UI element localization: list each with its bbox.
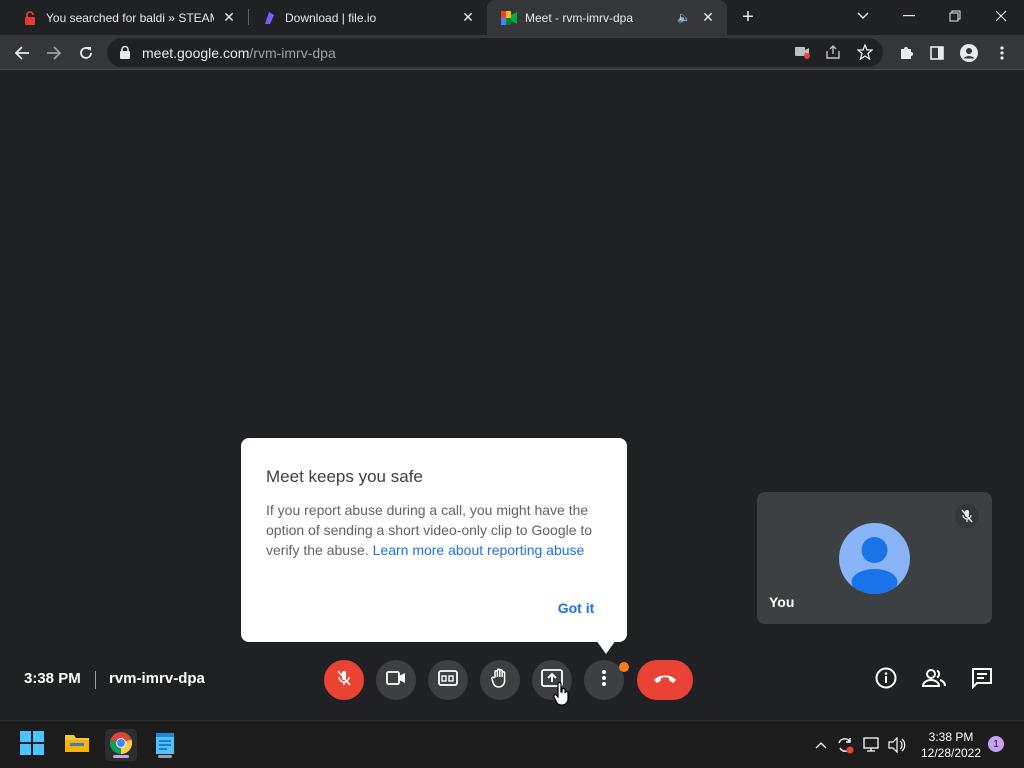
browser-toolbar: meet.google.com/rvm-imrv-dpa	[0, 35, 1024, 70]
raise-hand-button[interactable]	[480, 660, 520, 700]
tab-fileio[interactable]: Download | file.io ✕	[247, 0, 487, 35]
tab-title: You searched for baldi » STEAMUNLOCKED	[46, 10, 214, 25]
windows-logo-icon	[20, 730, 44, 760]
captions-button[interactable]	[428, 660, 468, 700]
self-video-tile[interactable]: You	[757, 492, 992, 624]
minimize-icon[interactable]	[886, 0, 932, 32]
camera-blocked-icon[interactable]	[795, 45, 811, 64]
lock-favicon-icon	[22, 10, 38, 26]
taskbar-notepad[interactable]	[149, 729, 181, 761]
safety-info-popup: Meet keeps you safe If you report abuse …	[241, 438, 627, 642]
taskbar-google-chrome[interactable]	[105, 729, 137, 761]
close-tab-icon[interactable]: ✕	[220, 9, 238, 27]
tab-title: Download | file.io	[285, 10, 377, 25]
meeting-code: rvm-imrv-dpa	[109, 670, 205, 687]
active-app-indicator	[113, 755, 129, 758]
toggle-camera-button[interactable]	[376, 660, 416, 700]
taskbar-clock-date[interactable]: 12/28/2022	[914, 746, 988, 760]
new-tab-icon[interactable]: +	[735, 4, 761, 30]
notification-dot	[619, 662, 629, 672]
restore-icon[interactable]	[932, 0, 978, 32]
taskbar-clock-time[interactable]: 3:38 PM	[920, 730, 982, 744]
toggle-microphone-button[interactable]	[324, 660, 364, 700]
back-icon[interactable]	[9, 40, 35, 66]
close-tab-icon[interactable]: ✕	[459, 9, 477, 27]
tab-meet[interactable]: Meet - rvm-imrv-dpa 🔈 ✕	[487, 0, 727, 35]
divider	[95, 671, 96, 689]
people-icon	[921, 668, 946, 692]
side-panel-icon[interactable]	[924, 40, 950, 66]
start-button[interactable]	[16, 729, 48, 761]
popup-title: Meet keeps you safe	[266, 467, 423, 486]
mic-off-icon	[335, 669, 353, 692]
url-path: /rvm-imrv-dpa	[249, 44, 336, 61]
got-it-button[interactable]: Got it	[541, 596, 611, 620]
end-call-button[interactable]	[637, 660, 693, 700]
notification-count-badge[interactable]: 1	[988, 736, 1004, 752]
profile-avatar-icon[interactable]	[956, 40, 982, 66]
bookmark-star-icon[interactable]	[856, 43, 874, 65]
volume-icon[interactable]	[887, 735, 907, 755]
folder-icon	[64, 732, 90, 759]
browser-tab-strip: You searched for baldi » STEAMUNLOCKED ✕…	[0, 0, 1024, 35]
self-name-label: You	[769, 594, 795, 610]
tab-steamunlocked[interactable]: You searched for baldi » STEAMUNLOCKED ✕	[8, 0, 248, 35]
more-options-button[interactable]	[584, 660, 624, 700]
sync-alert-icon[interactable]	[835, 735, 855, 755]
mouse-cursor-hand-icon	[553, 681, 571, 711]
learn-more-link[interactable]: Learn more about reporting abuse	[373, 542, 585, 558]
taskbar-file-explorer[interactable]	[61, 729, 93, 761]
meeting-time: 3:38 PM	[24, 670, 81, 687]
google-meet-favicon-icon	[501, 10, 517, 26]
windows-taskbar	[0, 720, 1024, 768]
chrome-menu-icon[interactable]	[989, 40, 1015, 66]
more-vert-icon	[602, 669, 606, 691]
camera-icon	[386, 670, 406, 690]
close-tab-icon[interactable]: ✕	[699, 9, 717, 27]
chat-button[interactable]	[968, 666, 996, 694]
info-icon	[875, 667, 897, 694]
tab-title: Meet - rvm-imrv-dpa	[525, 10, 634, 25]
reload-icon[interactable]	[73, 40, 99, 66]
meeting-details-button[interactable]	[872, 666, 900, 694]
call-end-icon	[653, 671, 677, 689]
show-hidden-icons-chevron-icon[interactable]	[811, 735, 831, 755]
close-window-icon[interactable]	[978, 0, 1024, 32]
popup-pointer	[596, 640, 616, 654]
forward-icon[interactable]	[41, 40, 67, 66]
speaker-icon[interactable]: 🔈	[677, 11, 691, 24]
running-app-indicator	[158, 755, 172, 758]
fileio-favicon-icon	[261, 10, 277, 26]
hand-icon	[491, 668, 509, 693]
share-icon[interactable]	[825, 45, 841, 64]
avatar	[839, 523, 910, 594]
popup-body: If you report abuse during a call, you m…	[266, 500, 606, 560]
lock-icon[interactable]	[120, 45, 130, 64]
url-host: meet.google.com	[142, 44, 250, 61]
mic-off-icon	[955, 504, 979, 528]
captions-icon	[438, 669, 458, 691]
people-button[interactable]	[920, 666, 948, 694]
extensions-puzzle-icon[interactable]	[893, 40, 919, 66]
tab-search-chevron-icon[interactable]	[840, 0, 886, 32]
chat-icon	[971, 667, 993, 694]
address-bar[interactable]: meet.google.com/rvm-imrv-dpa	[107, 38, 883, 67]
network-icon[interactable]	[862, 735, 882, 755]
